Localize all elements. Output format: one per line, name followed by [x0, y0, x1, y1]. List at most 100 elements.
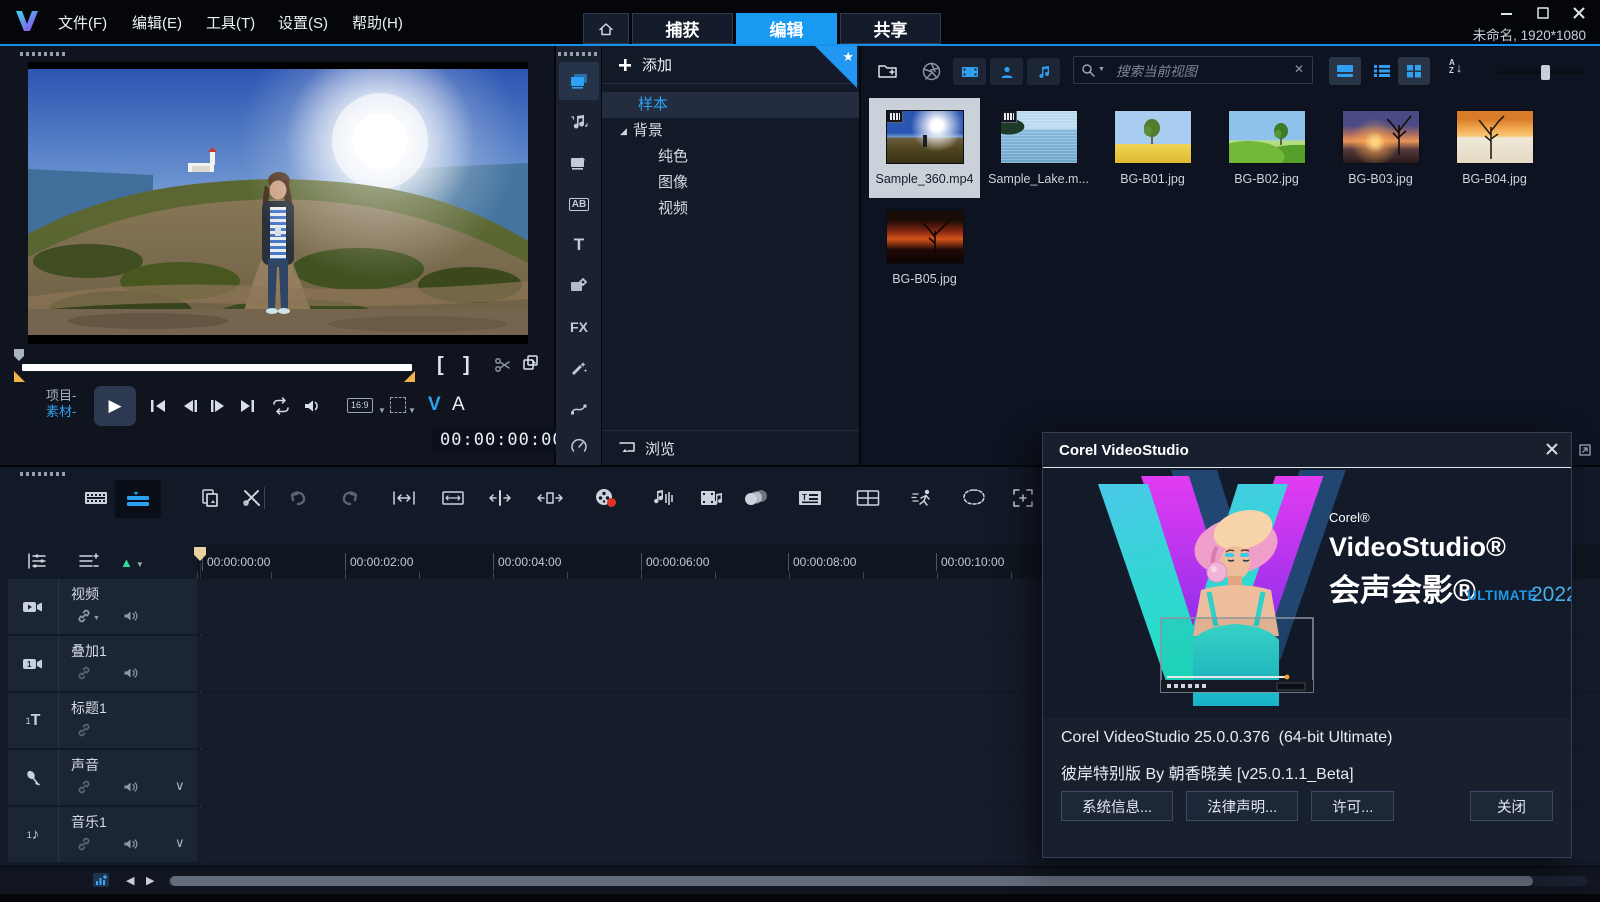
prev-frame-button[interactable] — [180, 396, 200, 416]
home-button[interactable] — [583, 13, 629, 44]
track-insert-button[interactable] — [532, 480, 568, 516]
menu-help[interactable]: 帮助(H) — [352, 12, 403, 33]
timeline-scrollbar-thumb[interactable] — [170, 876, 1533, 886]
fit-project-button[interactable] — [386, 480, 422, 516]
volume-button[interactable] — [302, 396, 322, 416]
menu-tools[interactable]: 工具(T) — [206, 12, 255, 33]
timeline-drag-handle[interactable] — [20, 472, 66, 476]
mute-toggle[interactable] — [123, 609, 138, 623]
copy-clip-button[interactable] — [192, 480, 228, 516]
mark-in-button[interactable]: [ — [437, 354, 444, 377]
capture-aperture-icon[interactable] — [921, 61, 942, 82]
sticker-button[interactable] — [559, 349, 599, 387]
selection-chevron-icon[interactable]: ▼ — [408, 406, 416, 415]
menu-edit[interactable]: 编辑(E) — [132, 12, 182, 33]
graphics-button[interactable] — [559, 267, 599, 305]
scrub-pin-icon[interactable] — [12, 348, 26, 362]
clip-mode-toggle[interactable]: 素材- — [46, 404, 76, 420]
link-chevron-icon[interactable]: ▼ — [93, 615, 100, 622]
aspect-chevron-icon[interactable]: ▼ — [378, 406, 386, 415]
minimize-icon[interactable] — [1500, 6, 1514, 20]
video-toggle[interactable]: V — [428, 394, 441, 416]
menu-file[interactable]: 文件(F) — [58, 12, 107, 33]
grid-view-button[interactable] — [1398, 57, 1430, 85]
aspect-ratio-selector[interactable]: 16:9 — [347, 398, 373, 413]
search-input[interactable] — [1114, 59, 1288, 83]
audio-toggle[interactable]: A — [452, 394, 465, 416]
link-toggle[interactable] — [77, 723, 91, 737]
thumbnail-size-slider[interactable] — [1497, 71, 1585, 74]
search-clear-icon[interactable]: ✕ — [1294, 62, 1304, 76]
sound-mixer-button[interactable] — [645, 480, 681, 516]
mask-creator-button[interactable] — [956, 480, 992, 516]
mute-toggle[interactable] — [123, 666, 138, 680]
undo-button[interactable] — [280, 480, 316, 516]
filter-photos-button[interactable] — [990, 58, 1023, 85]
rail-drag-handle[interactable] — [558, 52, 600, 56]
dialog-close-icon[interactable] — [1545, 442, 1559, 456]
panel-drag-handle[interactable] — [20, 52, 66, 56]
link-toggle[interactable] — [77, 837, 91, 851]
timeline-scrollbar-track[interactable] — [168, 876, 1588, 886]
link-toggle[interactable] — [77, 780, 91, 794]
panel-resize-icon[interactable] — [1578, 443, 1592, 457]
mark-out-button[interactable]: ] — [463, 354, 470, 377]
trim-end-handle[interactable] — [404, 371, 415, 382]
transition-button[interactable]: AB — [559, 185, 599, 223]
link-toggle[interactable] — [77, 666, 91, 680]
timeline-fit-zoom-button[interactable] — [92, 872, 110, 888]
enlarge-preview-icon[interactable] — [522, 354, 540, 372]
go-start-button[interactable] — [148, 396, 168, 416]
mute-toggle[interactable] — [123, 837, 138, 851]
timeline-view-button[interactable] — [115, 480, 161, 518]
ripple-edit-button[interactable] — [482, 480, 518, 516]
list-view-button[interactable] — [1366, 57, 1398, 85]
filter-videos-button[interactable] — [953, 58, 986, 85]
legal-notices-button[interactable]: 法律声明... — [1186, 791, 1298, 821]
close-icon[interactable] — [1572, 6, 1586, 20]
mute-toggle[interactable] — [123, 780, 138, 794]
go-end-button[interactable] — [238, 396, 258, 416]
track-header[interactable]: 视频 ▼ — [8, 579, 197, 634]
fx-filter-button[interactable]: FX — [559, 308, 599, 346]
media-item[interactable]: BG-B02.jpg — [1211, 98, 1322, 198]
media-library-button[interactable] — [559, 62, 599, 100]
dialog-titlebar[interactable]: Corel VideoStudio — [1043, 433, 1571, 468]
record-capture-button[interactable] — [588, 480, 624, 516]
track-manager-button[interactable] — [26, 551, 48, 571]
split-screen-template-button[interactable] — [850, 480, 886, 516]
sort-button[interactable]: AZ ↓ — [1449, 59, 1462, 75]
storyboard-view-button[interactable] — [78, 480, 114, 516]
category-background-group[interactable]: ◢背景 — [602, 118, 859, 144]
track-header[interactable]: 1T 标题1 — [8, 693, 197, 748]
import-folder-icon[interactable] — [877, 61, 899, 81]
marker-menu-button[interactable]: ▲▼ — [120, 554, 144, 572]
waveform-toggle[interactable]: ∨ — [175, 835, 185, 851]
motion-tracking-button[interactable] — [905, 480, 941, 516]
category-video[interactable]: 视频 — [602, 196, 859, 222]
search-scope-chevron-icon[interactable]: ▼ — [1098, 66, 1105, 73]
selection-tool[interactable] — [390, 397, 406, 413]
slider-thumb[interactable] — [1541, 65, 1550, 80]
blend-clips-button[interactable] — [738, 480, 774, 516]
preview-video[interactable] — [28, 62, 528, 344]
browse-button[interactable]: 浏览 — [602, 430, 859, 465]
media-item[interactable]: Sample_Lake.m... — [983, 98, 1094, 198]
track-header[interactable]: 1 叠加1 — [8, 636, 197, 691]
trim-start-handle[interactable] — [14, 371, 25, 382]
tab-capture[interactable]: 捕获 — [632, 13, 733, 44]
title-button[interactable]: T — [559, 226, 599, 264]
add-track-button[interactable] — [78, 551, 100, 571]
timeline-zoom-button[interactable] — [1005, 480, 1041, 516]
range-selection-button[interactable] — [435, 480, 471, 516]
track-header[interactable]: 声音 ∨ — [8, 750, 197, 805]
media-item[interactable]: BG-B04.jpg — [1439, 98, 1550, 198]
scroll-right-button[interactable]: ▶ — [146, 874, 154, 887]
repeat-button[interactable] — [270, 396, 292, 416]
media-item[interactable]: Sample_360.mp4 — [869, 98, 980, 198]
expand-triangle-icon[interactable]: ◢ — [620, 126, 627, 136]
scroll-left-button[interactable]: ◀ — [126, 874, 134, 887]
category-solid-color[interactable]: 纯色 — [602, 144, 859, 170]
play-button[interactable]: ▶ — [94, 386, 136, 426]
track-header[interactable]: 1♪ 音乐1 ∨ — [8, 807, 197, 862]
